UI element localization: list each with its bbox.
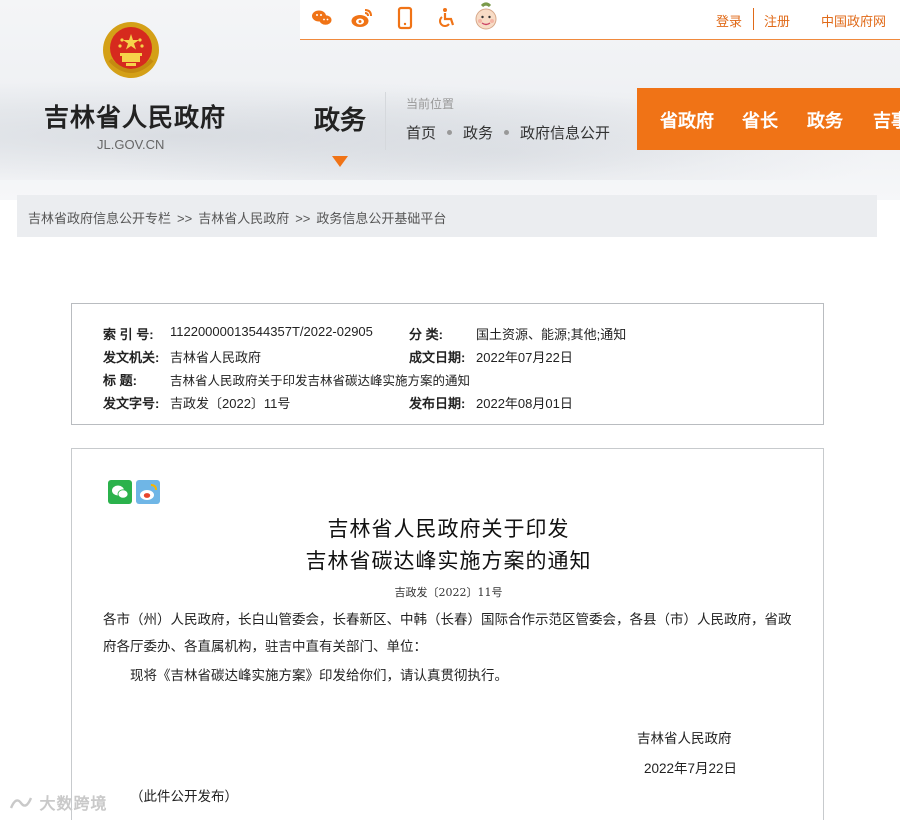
date-published-label: 发布日期: [409,396,466,411]
breadcrumb-item[interactable]: 政务信息公开基础平台 [316,211,446,226]
watermark-text: 大数跨境 [39,796,108,813]
signer: 吉林省人民政府 [637,731,732,746]
recipients-line1: 各市（州）人民政府，长白山管委会，长春新区、中韩（长春）国际合作示范区管委会，各… [103,612,792,627]
article-title-line1: 吉林省人民政府关于印发 [327,517,570,541]
nav-item-jishi[interactable]: 吉事 [873,107,900,133]
share-weibo-icon[interactable] [136,480,160,504]
location-item-affairs[interactable]: 政务 [463,122,493,143]
site-domain: JL.GOV.CN [97,137,165,152]
date-created-value: 2022年07月22日 [476,350,573,365]
nav-item-governor[interactable]: 省长 [742,107,778,133]
docno-value: 吉政发〔2022〕11号 [170,396,291,411]
breadcrumb-item[interactable]: 吉林省政府信息公开专栏 [28,211,171,226]
nav-item-affairs[interactable]: 政务 [807,107,843,133]
recipients-line2: 府各厅委办、各直属机构，驻吉中直有关部门、单位： [103,639,427,654]
location-dot-icon [504,130,510,135]
article-box: 吉林省人民政府关于印发 吉林省碳达峰实施方案的通知 吉政发〔2022〕11号 各… [71,448,824,820]
issuer-label: 发文机关: [103,350,160,365]
register-link[interactable]: 注册 [764,11,790,30]
article-body: 现将《吉林省碳达峰实施方案》印发给你们，请认真贯彻执行。 [130,668,508,683]
national-emblem-icon[interactable] [100,20,162,82]
location-item-home[interactable]: 首页 [406,122,436,143]
docno-label: 发文字号: [103,396,160,411]
title-value: 吉林省人民政府关于印发吉林省碳达峰实施方案的通知 [170,374,471,388]
date-published-value: 2022年08月01日 [476,396,573,411]
page: 登录 注册 中国政府网 吉林省人民政府 JL.GOV.CN 政务 当前位置 首页… [0,0,900,820]
main-nav: 省政府 省长 政务 吉事 [637,88,900,150]
breadcrumb-separator: >> [295,211,311,226]
breadcrumb: 吉林省政府信息公开专栏 >> 吉林省人民政府 >> 政务信息公开基础平台 [17,195,877,237]
category-label: 分 类: [409,327,443,342]
watermark-logo-icon [9,797,33,809]
category-value: 国土资源、能源;其他;通知 [476,327,627,342]
section-arrow-icon [332,156,348,167]
watermark: 大数跨境 [8,790,107,814]
location-label: 当前位置 [406,97,455,111]
top-divider [753,8,754,30]
public-note: （此件公开发布） [130,789,238,804]
title-label: 标 题: [103,373,137,388]
accessibility-icon[interactable] [435,6,459,30]
weibo-icon[interactable] [350,6,374,30]
index-value: 11220000013544357T/2022-02905 [170,324,373,339]
share-wechat-icon[interactable] [108,480,132,504]
elder-mode-icon[interactable] [472,2,500,32]
location-dot-icon [447,130,453,135]
breadcrumb-separator: >> [177,211,193,226]
nav-item-provincial-gov[interactable]: 省政府 [660,107,714,133]
article-title-line2: 吉林省碳达峰实施方案的通知 [305,549,592,573]
location-item-disclosure[interactable]: 政府信息公开 [520,122,610,143]
weibo-like-icon[interactable] [310,6,334,30]
section-name: 政务 [314,105,367,135]
login-link[interactable]: 登录 [716,11,742,30]
index-label: 索 引 号: [103,327,154,342]
sign-date: 2022年7月22日 [644,761,738,776]
issuer-value: 吉林省人民政府 [170,350,262,365]
article-doc-number: 吉政发〔2022〕11号 [394,586,503,599]
china-gov-link[interactable]: 中国政府网 [821,11,886,30]
vertical-divider [385,92,386,150]
date-created-label: 成文日期: [409,350,466,365]
breadcrumb-item[interactable]: 吉林省人民政府 [198,211,289,226]
mobile-icon[interactable] [393,6,417,30]
top-bar: 登录 注册 中国政府网 [300,0,900,40]
document-info-box: 索 引 号: 11220000013544357T/2022-02905 分 类… [71,303,824,425]
site-name[interactable]: 吉林省人民政府 [44,98,226,134]
location-path: 首页 政务 政府信息公开 [406,122,610,143]
